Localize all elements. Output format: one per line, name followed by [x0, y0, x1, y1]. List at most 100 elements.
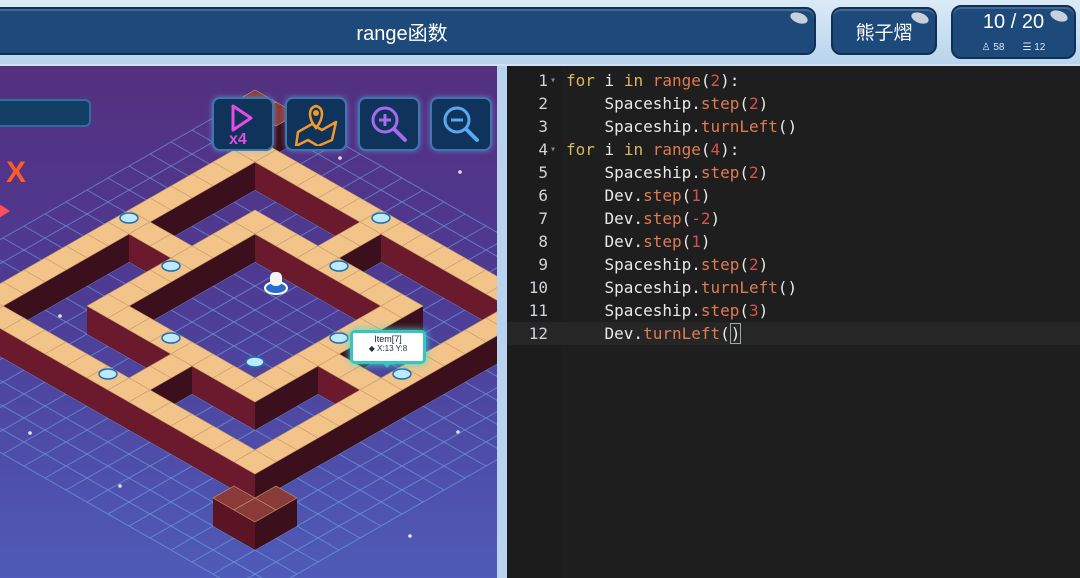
code-token: 2: [749, 255, 759, 274]
code-token: ): [758, 163, 769, 182]
code-token: (: [739, 301, 750, 320]
zoom-in-button[interactable]: [358, 97, 420, 151]
x-marker: X: [6, 156, 27, 189]
spaceship-dome: [270, 272, 282, 286]
fold-arrow-icon[interactable]: ▾: [550, 138, 556, 161]
speed-label: x4: [229, 131, 247, 146]
code-line[interactable]: 11 Spaceship.step(3): [507, 299, 1080, 322]
name-field[interactable]: [0, 99, 91, 127]
code-token: Dev.: [566, 324, 644, 343]
code-text: Dev.turnLeft(): [566, 322, 742, 345]
code-token: (: [739, 94, 750, 113]
item-capsule: [161, 332, 181, 344]
code-token: Dev.: [566, 209, 644, 228]
level-title: range函数: [356, 22, 448, 45]
line-number: 1: [538, 71, 548, 90]
zoom-out-icon: [443, 106, 479, 142]
code-line[interactable]: 10 Spaceship.turnLeft(): [507, 276, 1080, 299]
code-token: in: [623, 140, 644, 159]
code-editor[interactable]: 1 ▾ for i in range(2): 2 Spaceship.step(2) 3…: [507, 66, 1080, 578]
code-token: ):: [720, 140, 740, 159]
code-token: (: [681, 186, 692, 205]
code-line[interactable]: 1 ▾ for i in range(2):: [507, 69, 1080, 92]
map-button[interactable]: [285, 97, 347, 151]
code-token: ): [758, 255, 769, 274]
code-text: for i in range(2):: [566, 69, 739, 92]
code-text: Spaceship.turnLeft(): [566, 115, 798, 138]
code-token: step: [700, 255, 740, 274]
level-progress-pill[interactable]: 10 / 20 ♙ 58 ☰ 12: [951, 5, 1076, 59]
code-line[interactable]: 3 Spaceship.turnLeft(): [507, 115, 1080, 138]
code-token: step: [643, 209, 682, 228]
code-line[interactable]: 5 Spaceship.step(2): [507, 161, 1080, 184]
code-token: 2: [710, 71, 721, 90]
code-token: 2: [749, 163, 759, 182]
stat-a-value: 58: [993, 42, 1005, 53]
item-capsule: [119, 212, 139, 224]
code-token: (: [700, 71, 711, 90]
star: [408, 534, 412, 538]
code-text: Dev.step(1): [566, 230, 711, 253]
code-line[interactable]: 8 Dev.step(1): [507, 230, 1080, 253]
code-token: Spaceship.: [566, 163, 701, 182]
map-location-icon: [294, 104, 338, 146]
code-line[interactable]: 9 Spaceship.step(2): [507, 253, 1080, 276]
code-text: Spaceship.step(2): [566, 92, 769, 115]
code-token: (: [739, 255, 750, 274]
item-capsule: [245, 356, 265, 368]
code-line[interactable]: 2 Spaceship.step(2): [507, 92, 1080, 115]
item-capsule: [392, 368, 412, 380]
item-capsule: [161, 260, 181, 272]
code-token: ): [700, 186, 711, 205]
stat-a: ♙ 58: [982, 42, 1005, 53]
play-speed-icon: x4: [229, 104, 253, 146]
user-name-pill[interactable]: 熊子熠: [831, 7, 937, 55]
code-token: step: [700, 163, 740, 182]
code-token: 2: [749, 94, 759, 113]
fold-arrow-icon[interactable]: ▾: [550, 69, 556, 92]
code-token: (: [681, 209, 692, 228]
code-line[interactable]: 12 Dev.turnLeft(): [507, 322, 1080, 345]
code-token: (): [777, 117, 798, 136]
code-line[interactable]: 6 Dev.step(1): [507, 184, 1080, 207]
zoom-out-button[interactable]: [430, 97, 492, 151]
line-number: 10: [528, 278, 548, 297]
code-line[interactable]: 4 ▾ for i in range(4):: [507, 138, 1080, 161]
code-token: step: [643, 232, 682, 251]
code-token: Dev.: [566, 186, 644, 205]
code-token: for: [566, 140, 595, 159]
code-token: i: [594, 71, 624, 90]
item-capsule: [329, 332, 349, 344]
red-arrow-icon: [0, 202, 10, 220]
pill-shine: [788, 10, 810, 26]
code-token: range: [652, 71, 701, 90]
item-capsule: [98, 368, 118, 380]
line-number: 4: [538, 140, 548, 159]
code-token: (: [720, 324, 730, 343]
code-token: ): [758, 301, 769, 320]
code-token: ): [700, 232, 711, 251]
star: [338, 156, 342, 160]
code-token: step: [700, 301, 740, 320]
item-capsule: [371, 212, 391, 224]
code-text: Spaceship.step(2): [566, 253, 769, 276]
top-bar: range函数 熊子熠 10 / 20 ♙ 58 ☰ 12: [0, 0, 1080, 64]
game-canvas[interactable]: X x4 Item[7] ◆ X:13 Y:8: [0, 66, 497, 578]
code-token: Spaceship.: [566, 117, 701, 136]
panel-divider[interactable]: [497, 66, 507, 578]
code-token: ): [758, 94, 769, 113]
code-token: -2: [691, 209, 711, 228]
star: [58, 314, 62, 318]
speed-button[interactable]: x4: [212, 97, 274, 151]
item-tooltip: Item[7] ◆ X:13 Y:8: [350, 330, 426, 368]
code-token: i: [594, 140, 624, 159]
tooltip-title: Item[7]: [374, 334, 402, 344]
code-text: Spaceship.turnLeft(): [566, 276, 798, 299]
star: [28, 431, 32, 435]
code-token: Spaceship.: [566, 255, 701, 274]
line-number: 6: [538, 186, 548, 205]
code-token: step: [700, 94, 740, 113]
code-line[interactable]: 7 Dev.step(-2): [507, 207, 1080, 230]
user-name: 熊子熠: [855, 22, 913, 44]
